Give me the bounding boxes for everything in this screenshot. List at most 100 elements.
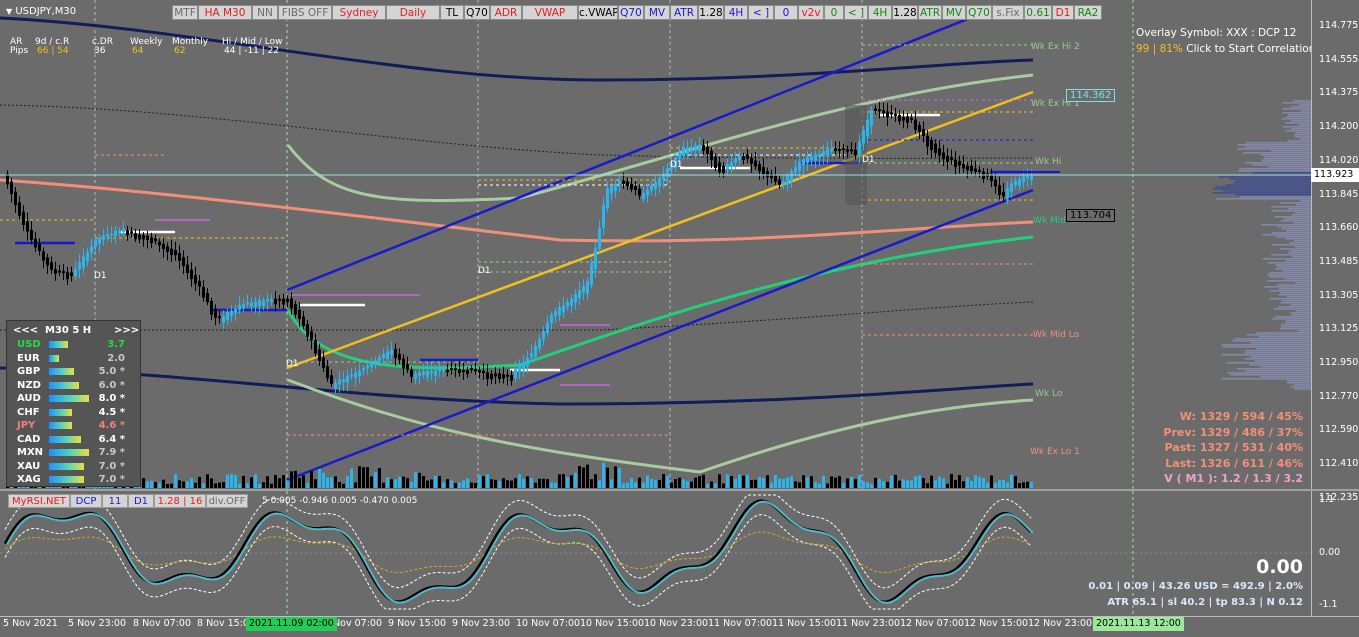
price-tick: 114.775	[1319, 20, 1359, 31]
toolbar-button-d1[interactable]: D1	[1052, 5, 1074, 20]
toolbar-button-mv[interactable]: MV	[644, 5, 670, 20]
time-tick: 9 Nov 15:00	[388, 618, 447, 629]
strength-row-usd: USD 3.7	[13, 339, 138, 350]
strength-row-jpy: JPY 4.6 *	[13, 420, 138, 431]
strength-prev-button[interactable]: <<<	[13, 325, 38, 336]
toolbar-button-0[interactable]: 0	[774, 5, 798, 20]
strength-row-gbp: GBP 5.0 *	[13, 366, 138, 377]
oscillator-button-3[interactable]: D1	[128, 494, 154, 508]
range-himidlow-value: 44 | -11 | 22	[224, 46, 280, 56]
toolbar-button-4h[interactable]: 4H	[868, 5, 892, 20]
price-axis[interactable]: 114.775 114.555 114.375 114.200 114.020 113.8…	[1311, 0, 1359, 503]
price-chart[interactable]	[0, 0, 1311, 490]
wk-mid-lo-label: Wk Mid Lo	[1033, 330, 1080, 340]
stat-line: Past: 1327 / 531 / 40%	[1164, 441, 1303, 454]
toolbar-button-v2v[interactable]: v2v	[798, 5, 824, 20]
price-tick: 112.950	[1319, 357, 1359, 368]
correlation-label: Click to Start Correlation	[1182, 43, 1316, 55]
toolbar-button-1-28[interactable]: 1.28	[892, 5, 918, 20]
price-tag-low: 113.704	[1066, 209, 1116, 222]
currency-name: JPY	[17, 420, 36, 431]
strength-bar	[49, 368, 74, 375]
toolbar-button--[interactable]: < ]	[844, 5, 868, 20]
strength-bar	[49, 449, 89, 456]
oscillator-button-4[interactable]: 1.28 | 16	[154, 494, 206, 508]
currency-name: XAU	[17, 460, 41, 472]
toolbar-button-0-61[interactable]: 0.61	[1024, 5, 1052, 20]
time-tick: 9 Nov 23:00	[452, 618, 511, 629]
toolbar-button-mv[interactable]: MV	[942, 5, 966, 20]
position-info-line2: ATR 65.1 | sl 40.2 | tp 83.3 | N 0.12	[1107, 597, 1303, 608]
price-tick: 114.555	[1319, 53, 1359, 65]
strength-value: 3.7	[107, 339, 125, 350]
strength-next-button[interactable]: >>>	[114, 325, 139, 336]
d1-label: D1	[286, 359, 299, 369]
d1-label: D1	[478, 266, 491, 276]
toolbar-button-ha-m30[interactable]: HA M30	[198, 5, 252, 20]
strength-row-xau: XAU 7.0 *	[13, 461, 138, 472]
oscillator-tick: -1.1	[1319, 599, 1338, 610]
currency-name: MXN	[17, 447, 44, 458]
strength-value: 7.9 *	[98, 447, 125, 458]
toolbar-button-daily[interactable]: Daily	[386, 5, 440, 20]
toolbar-button-q70[interactable]: Q70	[464, 5, 490, 20]
toolbar-button-s-fix[interactable]: s.Fix	[992, 5, 1024, 20]
toolbar-button-mtf[interactable]: MTF	[172, 5, 198, 20]
oscillator-tick: 1.1	[1319, 494, 1335, 505]
strength-value: 6.4 *	[98, 433, 125, 445]
toolbar-button-4h[interactable]: 4H	[724, 5, 748, 20]
stat-line: Prev: 1329 / 486 / 37%	[1163, 425, 1303, 439]
correlation-link[interactable]: 99 | 81% Click to Start Correlation	[1136, 43, 1315, 55]
price-tick: 112.770	[1319, 390, 1359, 402]
time-tick: 5 Nov 23:00	[68, 618, 127, 629]
currency-name: GBP	[17, 366, 41, 377]
toolbar-button--[interactable]: < ]	[748, 5, 774, 20]
toolbar-button-vwap[interactable]: VWAP	[522, 5, 578, 20]
price-tick: 114.200	[1319, 121, 1359, 133]
toolbar-button-0[interactable]: 0	[824, 5, 844, 20]
toolbar-button-1-28[interactable]: 1.28	[698, 5, 724, 20]
oscillator-button-5[interactable]: div.OFF	[206, 494, 248, 508]
strength-bar	[49, 476, 84, 483]
wk-ex-lo-1-label: Wk Ex Lo 1	[1030, 447, 1080, 457]
toolbar-button-ra2[interactable]: RA2	[1074, 5, 1102, 20]
currency-name: NZD	[17, 379, 41, 391]
toolbar-button-fibs-off[interactable]: FIBS OFF	[278, 5, 332, 20]
price-tick: 114.375	[1319, 87, 1359, 99]
stat-line: V ( M1 ): 1.2 / 1.3 / 3.2	[1164, 472, 1303, 485]
d1-label: D1	[94, 271, 107, 281]
currency-name: AUD	[17, 393, 41, 404]
wk-hi-label: Wk Hi	[1035, 157, 1062, 167]
strength-value: 6.0 *	[98, 379, 125, 391]
d1-label: D1	[670, 160, 683, 170]
toolbar-button-tl[interactable]: TL	[440, 5, 464, 20]
currency-name: EUR	[17, 352, 40, 364]
price-tick: 113.845	[1319, 188, 1359, 200]
time-tick: 12 Nov 23:00	[1028, 618, 1093, 629]
oscillator-button-1[interactable]: DCP	[70, 494, 102, 508]
toolbar-button-adr[interactable]: ADR	[490, 5, 522, 20]
time-tick: 8 Nov 07:00	[133, 618, 192, 629]
strength-row-aud: AUD 8.0 *	[13, 393, 138, 404]
oscillator-button-0[interactable]: MyRSI.NET	[8, 494, 70, 508]
strength-bar	[49, 408, 72, 416]
range-monthly-value: 62	[174, 46, 186, 56]
toolbar-button-atr[interactable]: ATR	[918, 5, 942, 20]
currency-strength-panel: <<< M30 5 H >>> USD 3.7 EUR 2.0 GBP 5.0 * NZD 6…	[6, 320, 141, 487]
toolbar-button-nn[interactable]: NN	[252, 5, 278, 20]
toolbar-button-atr[interactable]: ATR	[670, 5, 698, 20]
range-row-label: Pips	[10, 46, 29, 56]
price-tick: 114.020	[1319, 154, 1359, 166]
oscillator-button-2[interactable]: 11	[102, 494, 128, 508]
time-marker-right: 2021.11.13 12:00	[1093, 617, 1184, 631]
time-tick: 11 Nov 23:00	[836, 618, 901, 629]
strength-bar	[49, 435, 81, 443]
toolbar-button-c-vwap[interactable]: c.VWAP	[578, 5, 618, 20]
toolbar-button-q70[interactable]: Q70	[618, 5, 644, 20]
oscillator-big-value: 0.00	[1256, 556, 1303, 578]
wk-ex-hi-2-label: Wk Ex Hi 2	[1031, 42, 1080, 52]
toolbar-button-sydney[interactable]: Sydney	[332, 5, 386, 20]
currency-name: CAD	[17, 433, 41, 445]
price-tick: 113.305	[1319, 289, 1359, 301]
toolbar-button-q70[interactable]: Q70	[966, 5, 992, 20]
